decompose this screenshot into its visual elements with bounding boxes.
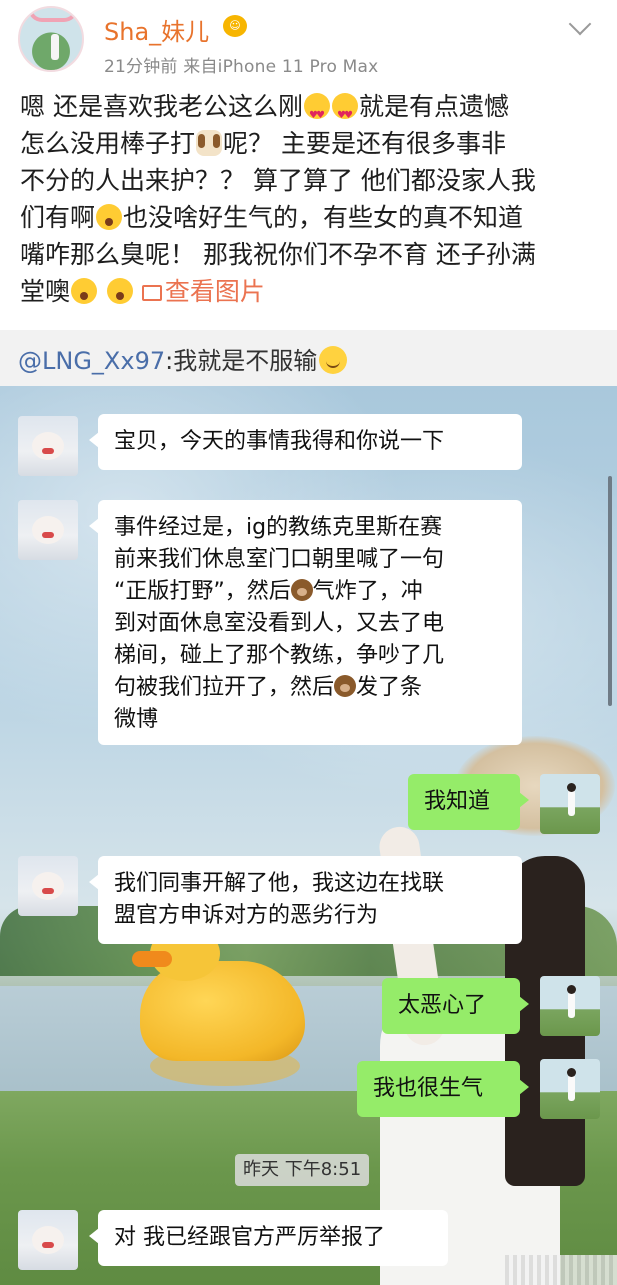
contact-avatar[interactable]: [18, 1210, 78, 1270]
username[interactable]: Sha_妹儿: [104, 12, 209, 47]
flower-wreath-decoration: [28, 8, 78, 22]
picture-icon: [141, 285, 162, 301]
contact-avatar[interactable]: [18, 500, 78, 560]
message-bubble-incoming[interactable]: 宝贝，今天的事情我得和你说一下: [89, 414, 522, 470]
scream-emoji: [96, 204, 123, 230]
scream-emoji: [106, 278, 133, 304]
person-icon: [567, 1068, 576, 1101]
message-bubble-incoming[interactable]: 事件经过是，ig的教练克里斯在赛 前来我们休息室门口朝里喊了一句 “正版打野”，…: [89, 500, 522, 745]
post-time: 21分钟前: [104, 57, 178, 77]
post-line: 们有啊 也没啥好生气的，有些女的真不知道: [20, 203, 524, 232]
post-line: 堂噢 查看图片: [20, 277, 265, 306]
post-line: 嘴咋那么臭呢！ 那我祝你们不孕不育 还子孙满: [20, 240, 536, 269]
repost-bar: @LNG_Xx97:我就是不服输: [0, 330, 617, 386]
repost-mention-link[interactable]: @LNG_Xx97: [18, 347, 165, 375]
person-icon: [567, 985, 576, 1018]
chevron-down-icon[interactable]: [568, 12, 592, 36]
my-avatar[interactable]: [540, 976, 600, 1036]
pig-icon: [32, 432, 64, 460]
scrollbar-thumb[interactable]: [608, 476, 612, 706]
post-line: 不分的人出来护？？ 算了算了 他们都没家人我: [20, 166, 536, 195]
contact-avatar[interactable]: [18, 856, 78, 916]
view-pictures-link[interactable]: 查看图片: [141, 277, 265, 306]
heart-eyes-emoji: [303, 93, 330, 134]
message-bubble-incoming[interactable]: 对 我已经跟官方严厉举报了: [89, 1210, 448, 1266]
bear-emoji: [334, 675, 357, 697]
post-source: 来自iPhone 11 Pro Max: [183, 57, 379, 77]
message-bubble-outgoing[interactable]: 太恶心了: [382, 978, 529, 1034]
bear-emoji: [290, 579, 313, 601]
chat-screenshot: 宝贝，今天的事情我得和你说一下 事件经过是，ig的教练克里斯在赛 前来我们休息室…: [0, 386, 617, 1285]
contact-avatar[interactable]: [18, 416, 78, 476]
message-bubble-outgoing[interactable]: 我知道: [408, 774, 529, 830]
smile-emoji: [319, 346, 348, 374]
avatar-figure: [51, 34, 59, 60]
post-line: 嗯 还是喜欢我老公这么刚就是有点遗憾: [20, 88, 605, 134]
dog-emoji: [196, 130, 223, 156]
vip-badge-icon: ☺: [223, 15, 247, 37]
post-body: 嗯 还是喜欢我老公这么刚就是有点遗憾 怎么没用棒子打呢？ 主要是还有很多事非 不…: [20, 88, 605, 310]
pig-icon: [32, 872, 64, 900]
user-avatar[interactable]: [18, 6, 84, 72]
heart-eyes-emoji: [331, 93, 358, 134]
repost-comment: :我就是不服输: [165, 347, 318, 375]
chat-timestamp: 昨天 下午8:51: [235, 1154, 370, 1186]
rubber-duck-beak: [132, 951, 172, 967]
weibo-post: Sha_妹儿 ☺ 21分钟前 来自iPhone 11 Pro Max 嗯 还是喜…: [0, 0, 617, 330]
pig-icon: [32, 1226, 64, 1254]
watermark: [505, 1255, 617, 1285]
person-icon: [567, 783, 576, 816]
repost-text: @LNG_Xx97:我就是不服输: [18, 341, 348, 376]
my-avatar[interactable]: [540, 1059, 600, 1119]
message-bubble-outgoing[interactable]: 我也很生气: [357, 1061, 529, 1117]
message-bubble-incoming[interactable]: 我们同事开解了他，我这边在找联 盟官方申诉对方的恶劣行为: [89, 856, 522, 944]
post-meta: 21分钟前 来自iPhone 11 Pro Max: [104, 52, 378, 77]
my-avatar[interactable]: [540, 774, 600, 834]
scream-emoji: [71, 278, 98, 304]
pig-icon: [32, 516, 64, 544]
